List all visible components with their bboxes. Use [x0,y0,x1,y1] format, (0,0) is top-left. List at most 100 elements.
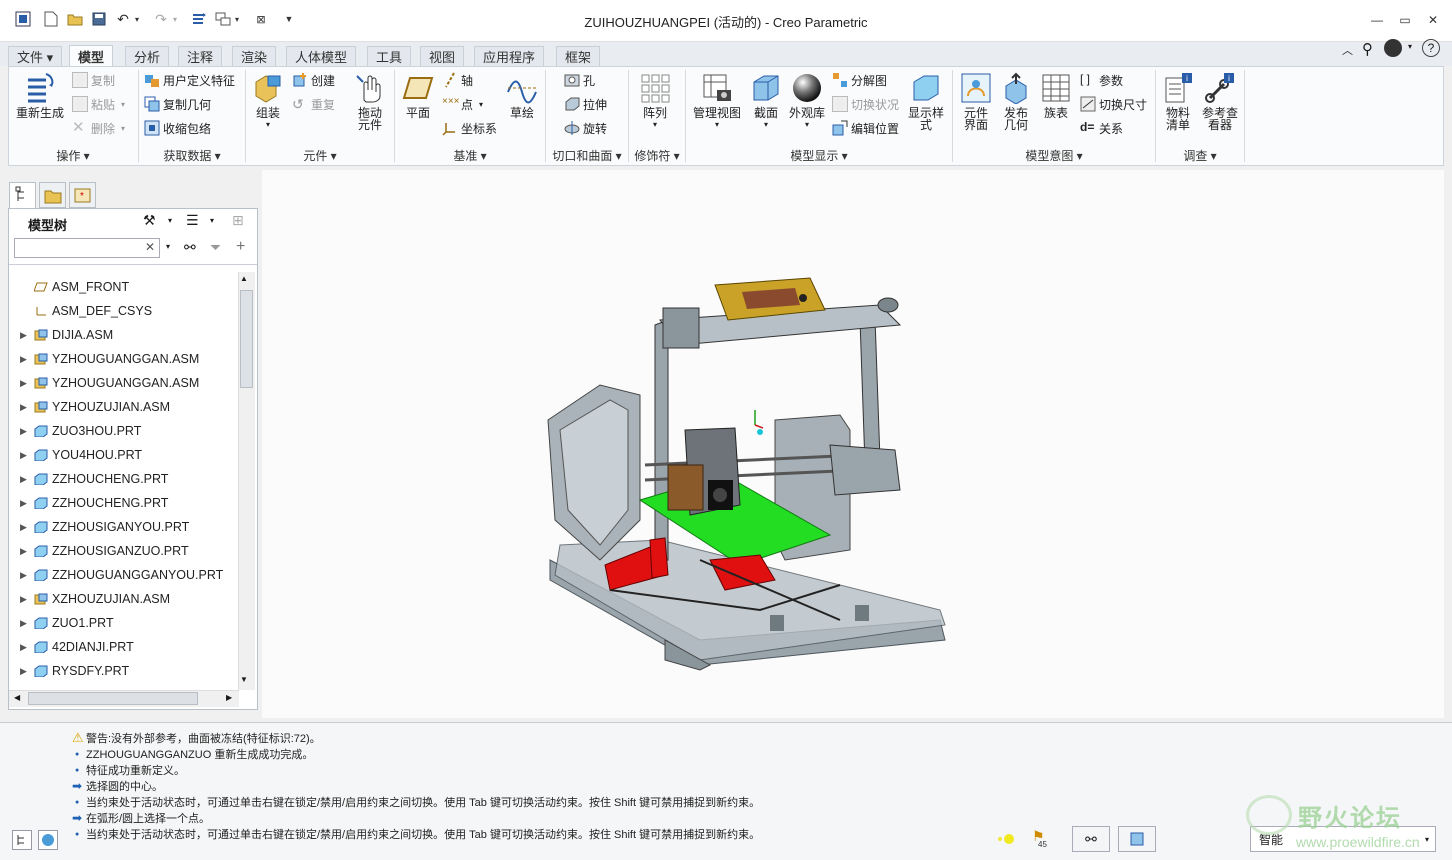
expand-arrow-icon[interactable]: ▶ [20,546,34,557]
tree-item[interactable]: ▶ XZHOUZUJIAN.ASM [20,587,170,611]
expand-arrow-icon[interactable]: ▶ [20,618,34,629]
expand-arrow-icon[interactable]: ▶ [20,498,34,509]
family-table-button[interactable]: 族表 [1038,72,1074,119]
tree-horizontal-scroll-thumb[interactable] [28,692,198,705]
settings-dropdown-icon[interactable]: ▾ [168,216,172,225]
group-component[interactable]: 元件 ▾ [246,146,394,164]
copy-button[interactable]: 复制 [72,70,115,90]
collapse-ribbon-icon[interactable]: ︿ [1342,42,1353,58]
assemble-button[interactable]: 组装 ▾ [250,72,286,131]
drag-components-button[interactable]: 拖动 元件 [352,72,388,131]
regen-status-icon[interactable] [996,832,1026,846]
reference-viewer-button[interactable]: i 参考查 看器 [1200,72,1240,131]
minimize-icon[interactable]: — [1366,12,1388,28]
paste-button[interactable]: 粘贴 ▾ [72,94,125,114]
tab-favorites[interactable]: * [69,182,96,208]
tree-item[interactable]: ▶ ZZHOUCHENG.PRT [20,467,168,491]
udf-button[interactable]: 用户定义特征 [144,70,235,90]
tree-item[interactable]: ▶ ZZHOUSIGANYOU.PRT [20,515,189,539]
tab-view[interactable]: 视图 [420,46,465,66]
maximize-icon[interactable]: ▭ [1394,12,1416,28]
community-dropdown-icon[interactable]: ▾ [1408,42,1412,51]
find-binoculars-icon[interactable]: ⚯ [184,239,196,256]
hole-button[interactable]: 孔 [564,70,595,90]
tab-framework[interactable]: 框架 [556,46,601,66]
toggle-status-button[interactable]: 切换状况 [832,94,899,114]
csys-button[interactable]: 坐标系 [442,118,497,138]
expand-arrow-icon[interactable]: ▶ [20,642,34,653]
expand-arrow-icon[interactable]: ▶ [20,570,34,581]
find-button[interactable]: ⚯ [1072,826,1110,852]
expand-arrow-icon[interactable]: ▶ [20,474,34,485]
expand-arrow-icon[interactable]: ▶ [20,378,34,389]
bill-of-materials-button[interactable]: i 物料 清单 [1160,72,1196,131]
group-cut-surface[interactable]: 切口和曲面 ▾ [546,146,628,164]
tab-applications[interactable]: 应用程序 [474,46,545,66]
group-get-data[interactable]: 获取数据 ▾ [139,146,245,164]
section-button[interactable]: 截面 ▾ [748,72,784,131]
scroll-down-icon[interactable]: ▼ [240,675,248,684]
tab-file[interactable]: 文件 ▾ [8,46,63,66]
tree-filter-disabled-icon[interactable]: ⊞ [232,212,244,229]
tree-item[interactable]: ASM_DEF_CSYS [20,299,152,323]
parameters-button[interactable]: [ ] 参数 [1080,70,1123,90]
expand-arrow-icon[interactable]: ▶ [20,354,34,365]
help-icon[interactable]: ? [1422,39,1440,57]
point-button[interactable]: ××× 点 ▾ [442,94,483,114]
regenerate-button[interactable]: 重新生成 [14,72,66,119]
expand-arrow-icon[interactable]: ▶ [20,402,34,413]
tree-item[interactable]: ▶ YZHOUGUANGGAN.ASM [20,371,199,395]
display-style-button[interactable]: 显示样 式 [906,72,946,131]
model-tree-search-input[interactable] [14,238,160,258]
tree-item[interactable]: ▶ ZZHOUGUANGGANYOU.PRT [20,563,223,587]
search-icon[interactable]: ⚲ [1362,40,1373,58]
settings-tools-icon[interactable]: ⚒ [143,212,156,229]
tree-item[interactable]: ▶ YOU4HOU.PRT [20,443,142,467]
group-operations[interactable]: 操作 ▾ [8,146,138,164]
manage-views-button[interactable]: 管理视图 ▾ [690,72,744,131]
edit-position-button[interactable]: 编辑位置 [832,118,899,138]
community-icon[interactable] [1384,39,1402,57]
tab-annotate[interactable]: 注释 [178,46,223,66]
appearance-gallery-button[interactable]: 外观库 ▾ [786,72,828,131]
create-component-button[interactable]: 创建 [292,70,335,90]
expand-arrow-icon[interactable]: ▶ [20,426,34,437]
repeat-button[interactable]: ↺ 重复 [292,94,335,114]
tree-item[interactable]: ▶ YZHOUGUANGGAN.ASM [20,347,199,371]
tree-item[interactable]: ▶ DIJIA.ASM [20,323,113,347]
plane-button[interactable]: 平面 [400,72,436,119]
scroll-left-icon[interactable]: ◀ [14,693,20,702]
exploded-view-button[interactable]: 分解图 [832,70,887,90]
show-dropdown-icon[interactable]: ▾ [210,216,214,225]
close-icon[interactable]: ✕ [1422,12,1444,28]
tree-vertical-scroll-thumb[interactable] [240,290,253,388]
delete-button[interactable]: ✕ 删除 ▾ [72,118,125,138]
tree-item[interactable]: ▶ ZZHOUSIGANZUO.PRT [20,539,189,563]
tree-item[interactable]: ▶ 42DIANJI.PRT [20,635,134,659]
tab-folder-browser[interactable] [39,182,66,208]
browser-toggle-icon[interactable] [38,830,58,850]
expand-arrow-icon[interactable]: ▶ [20,330,34,341]
pattern-button[interactable]: 阵列 ▾ [636,72,674,131]
filter-icon[interactable]: ⏷ [210,239,221,256]
group-modifiers[interactable]: 修饰符 ▾ [629,146,685,164]
tree-item[interactable]: ASM_FRONT [20,275,129,299]
graphics-window[interactable] [262,170,1444,718]
navigator-toggle-icon[interactable] [12,830,32,850]
tab-tools[interactable]: 工具 [367,46,412,66]
expand-arrow-icon[interactable]: ▶ [20,666,34,677]
expand-arrow-icon[interactable]: ▶ [20,594,34,605]
copy-geometry-button[interactable]: 复制几何 [144,94,211,114]
component-interface-button[interactable]: 元件 界面 [958,72,994,131]
scroll-up-icon[interactable]: ▲ [240,274,248,283]
group-datum[interactable]: 基准 ▾ [395,146,545,164]
relations-button[interactable]: d= 关系 [1080,118,1123,138]
extrude-button[interactable]: 拉伸 [564,94,607,114]
axis-button[interactable]: 轴 [442,70,473,90]
selection-filter-button[interactable] [1118,826,1156,852]
group-investigate[interactable]: 调查 ▾ [1156,146,1244,164]
tab-render[interactable]: 渲染 [232,46,277,66]
search-dropdown-icon[interactable]: ▾ [166,242,170,251]
tree-item[interactable]: ▶ RYSDFY.PRT [20,659,129,683]
expand-arrow-icon[interactable]: ▶ [20,450,34,461]
